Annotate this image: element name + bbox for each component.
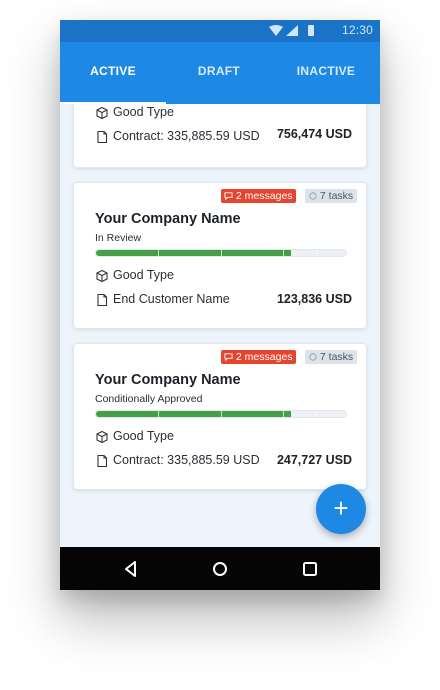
status-time: 12:30: [341, 23, 373, 37]
tab-inactive[interactable]: INACTIVE: [272, 56, 380, 86]
system-nav-bar: [60, 547, 380, 590]
tasks-badge-label: 7 tasks: [319, 351, 354, 363]
deal-card[interactable]: 2 messages 7 tasks Your Company Name In …: [73, 182, 367, 329]
progress-fill: [96, 250, 291, 256]
status-icons: [269, 25, 314, 36]
deal-status: Conditionally Approved: [95, 393, 203, 405]
deal-amount: 123,836 USD: [276, 292, 352, 306]
progress-fill: [96, 411, 291, 417]
cube-icon: [96, 106, 108, 120]
wifi-icon: [269, 25, 283, 36]
progress-bar: [95, 410, 347, 418]
tab-draft[interactable]: DRAFT: [166, 56, 272, 86]
task-icon: [309, 192, 317, 200]
deal-document: Contract: 335,885.59 USD: [113, 129, 260, 143]
tasks-badge-label: 7 tasks: [319, 190, 354, 202]
home-icon[interactable]: [208, 557, 232, 581]
add-button[interactable]: +: [316, 484, 366, 534]
deal-status: In Review: [95, 232, 142, 244]
progress-bar: [95, 249, 347, 257]
deal-document: Contract: 335,885.59 USD: [113, 453, 260, 467]
message-icon: [224, 192, 233, 201]
company-name: Your Company Name: [95, 211, 241, 227]
document-icon: [97, 454, 108, 468]
phone-screen: 12:30 ACTIVE DRAFT INACTIVE Good Type Co…: [60, 20, 380, 590]
document-icon: [97, 130, 108, 144]
messages-badge[interactable]: 2 messages: [221, 189, 296, 203]
messages-badge-label: 2 messages: [235, 190, 293, 202]
recents-icon[interactable]: [298, 557, 322, 581]
task-icon: [309, 353, 317, 361]
cube-icon: [96, 269, 108, 283]
app-bar: ACTIVE DRAFT INACTIVE: [60, 42, 380, 104]
deal-document: End Customer Name: [113, 292, 230, 306]
tasks-badge[interactable]: 7 tasks: [305, 350, 358, 364]
cube-icon: [96, 430, 108, 444]
deal-type: Good Type: [113, 268, 174, 282]
status-bar: 12:30: [60, 20, 380, 42]
deal-card[interactable]: Good Type Contract: 335,885.59 USD 756,4…: [73, 104, 367, 168]
message-icon: [224, 353, 233, 362]
deal-amount: 756,474 USD: [276, 127, 352, 141]
back-icon[interactable]: [119, 557, 143, 581]
deal-amount: 247,727 USD: [276, 453, 352, 467]
tab-active[interactable]: ACTIVE: [60, 56, 166, 86]
document-icon: [97, 293, 108, 307]
deal-type: Good Type: [113, 429, 174, 443]
company-name: Your Company Name: [95, 372, 241, 388]
messages-badge[interactable]: 2 messages: [221, 350, 296, 364]
signal-icon: [286, 25, 298, 36]
add-icon: +: [333, 493, 349, 523]
battery-icon: [308, 25, 314, 36]
deal-card[interactable]: 2 messages 7 tasks Your Company Name Con…: [73, 343, 367, 490]
tasks-badge[interactable]: 7 tasks: [305, 189, 358, 203]
messages-badge-label: 2 messages: [235, 351, 293, 363]
deal-type: Good Type: [113, 105, 174, 119]
deal-list[interactable]: Good Type Contract: 335,885.59 USD 756,4…: [60, 104, 380, 547]
